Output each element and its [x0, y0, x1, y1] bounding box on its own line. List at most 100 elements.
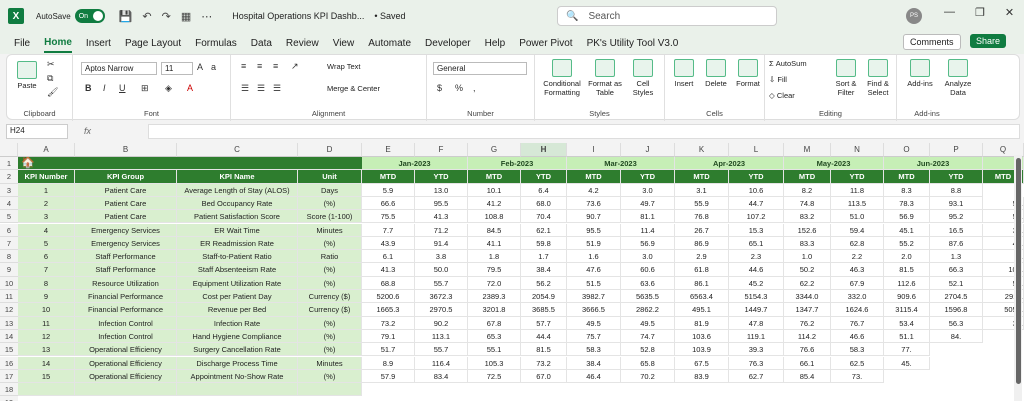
table-cell[interactable]: 58.3: [567, 343, 621, 357]
table-cell[interactable]: 77.: [884, 343, 930, 357]
table-cell[interactable]: 1624.6: [831, 303, 884, 317]
table-cell[interactable]: 26.7: [675, 223, 729, 237]
table-cell[interactable]: 7.7: [362, 223, 415, 237]
align-top-icon[interactable]: ≡: [241, 61, 246, 71]
number-format-select[interactable]: General: [433, 62, 527, 75]
table-cell[interactable]: 51.9: [567, 236, 621, 251]
table-cell[interactable]: 90.7: [567, 210, 621, 224]
table-cell[interactable]: 1449.7: [729, 303, 784, 317]
table-cell[interactable]: 67.8: [468, 316, 521, 330]
table-cell[interactable]: 56.9: [884, 210, 930, 224]
menu-tab[interactable]: Power Pivot: [519, 35, 572, 52]
table-cell[interactable]: 6: [18, 250, 75, 264]
table-cell[interactable]: 56.3: [930, 316, 983, 330]
table-cell[interactable]: Average Length of Stay (ALOS): [177, 183, 298, 197]
table-cell[interactable]: 67.9: [831, 276, 884, 290]
table-cell[interactable]: (%): [298, 263, 362, 277]
table-cell[interactable]: 63.6: [621, 276, 675, 290]
table-cell[interactable]: 51.7: [362, 343, 415, 357]
table-cell[interactable]: 3201.8: [468, 303, 521, 317]
table-cell[interactable]: 6.4: [521, 183, 567, 197]
table-cell[interactable]: 1.7: [521, 250, 567, 264]
table-cell[interactable]: 62.8: [831, 236, 884, 251]
table-cell[interactable]: 68.8: [362, 276, 415, 290]
table-cell[interactable]: 44.6: [729, 263, 784, 277]
table-cell[interactable]: 95.2: [930, 210, 983, 224]
table-cell[interactable]: 83.9: [675, 369, 729, 384]
table-cell[interactable]: 90.2: [415, 316, 468, 330]
table-cell[interactable]: (%): [298, 343, 362, 357]
table-cell[interactable]: 6563.4: [675, 290, 729, 304]
merge-center-button[interactable]: Merge & Center: [327, 84, 380, 93]
table-cell[interactable]: 3672.3: [415, 290, 468, 304]
table-cell[interactable]: Cost per Patient Day: [177, 290, 298, 304]
menu-tab[interactable]: Automate: [368, 35, 411, 52]
table-cell[interactable]: [18, 383, 75, 397]
table-cell[interactable]: 38.4: [567, 356, 621, 370]
table-cell[interactable]: 41.2: [468, 196, 521, 211]
table-cell[interactable]: 8.2: [784, 183, 831, 197]
table-cell[interactable]: 49.7: [621, 196, 675, 211]
function-icon[interactable]: fx: [84, 126, 91, 136]
table-cell[interactable]: 4: [18, 223, 75, 237]
table-cell[interactable]: 9: [18, 290, 75, 304]
table-cell[interactable]: 6.1: [362, 250, 415, 264]
table-cell[interactable]: 73.2: [362, 316, 415, 330]
table-cell[interactable]: 51.1: [884, 329, 930, 344]
table-cell[interactable]: 113.1: [415, 329, 468, 344]
table-cell[interactable]: 2970.5: [415, 303, 468, 317]
column-header[interactable]: F: [415, 143, 468, 157]
table-cell[interactable]: 72.0: [468, 276, 521, 290]
table-cell[interactable]: 10.6: [729, 183, 784, 197]
table-cell[interactable]: 3.8: [415, 250, 468, 264]
table-cell[interactable]: 79.5: [468, 263, 521, 277]
table-cell[interactable]: 107.2: [729, 210, 784, 224]
bold-icon[interactable]: B: [85, 83, 92, 93]
row-header[interactable]: 1: [0, 157, 18, 171]
table-cell[interactable]: 5200.6: [362, 290, 415, 304]
table-cell[interactable]: 57.9: [362, 369, 415, 384]
table-cell[interactable]: 61.8: [675, 263, 729, 277]
table-cell[interactable]: Operational Efficiency: [75, 356, 177, 370]
row-header[interactable]: 14: [0, 329, 18, 344]
row-header[interactable]: 7: [0, 236, 18, 251]
format-painter-icon[interactable]: 🖌: [47, 87, 58, 98]
table-cell[interactable]: Operational Efficiency: [75, 369, 177, 384]
table-cell[interactable]: 59.8: [521, 236, 567, 251]
table-cell[interactable]: 2704.5: [930, 290, 983, 304]
grid-icon[interactable]: ▦: [181, 10, 191, 23]
table-cell[interactable]: 1.0: [784, 250, 831, 264]
table-cell[interactable]: Hand Hygiene Compliance: [177, 329, 298, 344]
table-cell[interactable]: 71.2: [415, 223, 468, 237]
column-header[interactable]: M: [784, 143, 831, 157]
table-cell[interactable]: 70.4: [521, 210, 567, 224]
save-icon[interactable]: 💾: [119, 10, 133, 23]
table-cell[interactable]: Staff Absenteeism Rate: [177, 263, 298, 277]
table-cell[interactable]: Patient Care: [75, 210, 177, 224]
table-cell[interactable]: 2862.2: [621, 303, 675, 317]
column-header[interactable]: O: [884, 143, 930, 157]
table-cell[interactable]: 41.3: [362, 263, 415, 277]
table-cell[interactable]: 10.1: [468, 183, 521, 197]
table-cell[interactable]: Discharge Process Time: [177, 356, 298, 370]
column-header[interactable]: D: [298, 143, 362, 157]
row-header[interactable]: 4: [0, 196, 18, 211]
restore-icon[interactable]: ❐: [975, 6, 985, 19]
table-cell[interactable]: 495.1: [675, 303, 729, 317]
table-cell[interactable]: 45.1: [884, 223, 930, 237]
table-cell[interactable]: 72.5: [468, 369, 521, 384]
table-cell[interactable]: 95.5: [415, 196, 468, 211]
table-cell[interactable]: Infection Rate: [177, 316, 298, 330]
column-header[interactable]: E: [362, 143, 415, 157]
font-color-icon[interactable]: A: [187, 83, 193, 93]
find-select-button[interactable]: Find & Select: [863, 59, 893, 97]
table-cell[interactable]: 65.1: [729, 236, 784, 251]
table-cell[interactable]: 49.5: [621, 316, 675, 330]
table-cell[interactable]: Score (1-100): [298, 210, 362, 224]
table-cell[interactable]: 909.6: [884, 290, 930, 304]
analyze-data-button[interactable]: Analyze Data: [941, 59, 975, 97]
table-cell[interactable]: 1: [18, 183, 75, 197]
format-cells-button[interactable]: Format: [733, 59, 763, 88]
menu-tab[interactable]: Help: [485, 35, 506, 52]
table-cell[interactable]: 2389.3: [468, 290, 521, 304]
